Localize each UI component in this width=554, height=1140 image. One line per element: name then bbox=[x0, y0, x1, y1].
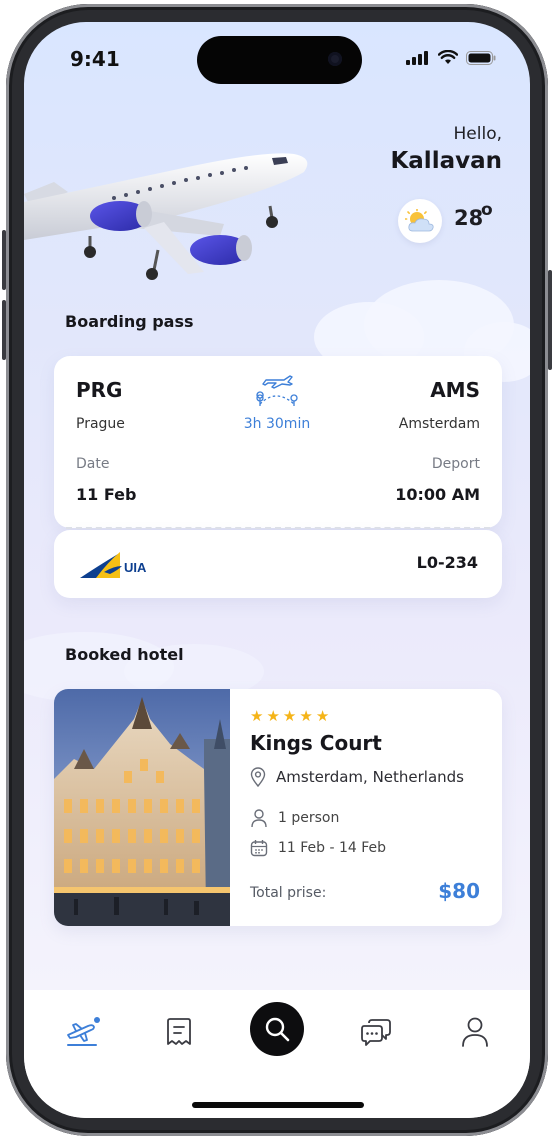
location-pin-icon bbox=[250, 767, 266, 787]
depart-label: Deport bbox=[431, 456, 480, 472]
volume-down-button bbox=[2, 300, 6, 360]
status-icons bbox=[406, 50, 496, 65]
star-icon: ★ bbox=[282, 707, 298, 725]
profile-icon bbox=[462, 1017, 488, 1047]
hotel-guests: 1 person bbox=[250, 808, 339, 828]
app-screen: 9:41 Hello, Kallavan 28 o Boarding pass … bbox=[24, 22, 530, 1118]
total-price-value: $80 bbox=[438, 879, 480, 903]
boarding-pass-divider bbox=[66, 527, 490, 529]
hotel-location: Amsterdam, Netherlands bbox=[250, 767, 464, 787]
date-label: Date bbox=[76, 456, 110, 472]
date-value: 11 Feb bbox=[76, 485, 137, 504]
tab-flights[interactable] bbox=[62, 1012, 102, 1052]
origin-code: PRG bbox=[76, 378, 123, 402]
search-icon bbox=[265, 1017, 290, 1042]
weather-badge[interactable] bbox=[398, 199, 442, 243]
flight-duration: 3h 30min bbox=[243, 416, 311, 432]
wifi-icon bbox=[438, 50, 458, 64]
messages-icon bbox=[361, 1019, 391, 1046]
destination-city: Amsterdam bbox=[398, 416, 480, 432]
weather-degree: o bbox=[481, 200, 493, 220]
hotel-location-text: Amsterdam, Netherlands bbox=[276, 768, 464, 786]
hotel-guests-text: 1 person bbox=[278, 810, 340, 826]
camera-icon bbox=[328, 52, 342, 66]
star-icon: ★ bbox=[315, 707, 331, 725]
hotel-card[interactable]: ★ ★ ★ ★ ★ Kings Court Amsterdam, Netherl… bbox=[54, 689, 502, 926]
power-button bbox=[548, 270, 552, 370]
person-icon bbox=[251, 809, 267, 828]
volume-up-button bbox=[2, 230, 6, 290]
cellular-signal-icon bbox=[406, 50, 428, 65]
depart-time: 10:00 AM bbox=[395, 485, 480, 504]
booked-hotel-title: Booked hotel bbox=[65, 645, 184, 664]
user-name: Kallavan bbox=[390, 148, 502, 174]
airplane-illustration bbox=[24, 153, 308, 280]
airline-logo-text: UIA bbox=[124, 560, 147, 575]
tab-bookings[interactable] bbox=[162, 1012, 196, 1052]
origin-city: Prague bbox=[76, 416, 125, 432]
flight-number: L0-234 bbox=[416, 553, 478, 572]
star-icon: ★ bbox=[266, 707, 281, 725]
calendar-icon bbox=[250, 840, 268, 857]
tab-profile[interactable] bbox=[458, 1012, 492, 1052]
hotel-building-image bbox=[54, 689, 230, 926]
status-time: 9:41 bbox=[70, 47, 120, 71]
flights-icon bbox=[67, 1017, 100, 1046]
hotel-rating: ★ ★ ★ ★ ★ bbox=[250, 707, 330, 725]
battery-icon bbox=[466, 50, 496, 65]
total-price-label: Total prise: bbox=[250, 885, 327, 901]
tab-messages[interactable] bbox=[358, 1012, 394, 1052]
dynamic-island bbox=[197, 36, 362, 84]
hotel-dates-text: 11 Feb - 14 Feb bbox=[278, 840, 387, 856]
search-button[interactable] bbox=[250, 1002, 304, 1056]
star-icon: ★ bbox=[250, 707, 265, 725]
hotel-name: Kings Court bbox=[250, 731, 382, 755]
hotel-dates: 11 Feb - 14 Feb bbox=[250, 839, 386, 857]
star-icon: ★ bbox=[299, 707, 314, 725]
weather-temperature: 28 bbox=[454, 206, 484, 230]
airline-logo: UIA bbox=[80, 552, 147, 578]
boarding-pass-title: Boarding pass bbox=[65, 312, 194, 331]
home-indicator[interactable] bbox=[192, 1102, 364, 1108]
flight-route-icon bbox=[256, 375, 298, 406]
destination-code: AMS bbox=[430, 378, 480, 402]
greeting-hello: Hello, bbox=[453, 124, 503, 144]
bookings-icon bbox=[167, 1018, 191, 1045]
partly-cloudy-icon bbox=[405, 209, 434, 232]
hotel-photo bbox=[54, 689, 230, 926]
